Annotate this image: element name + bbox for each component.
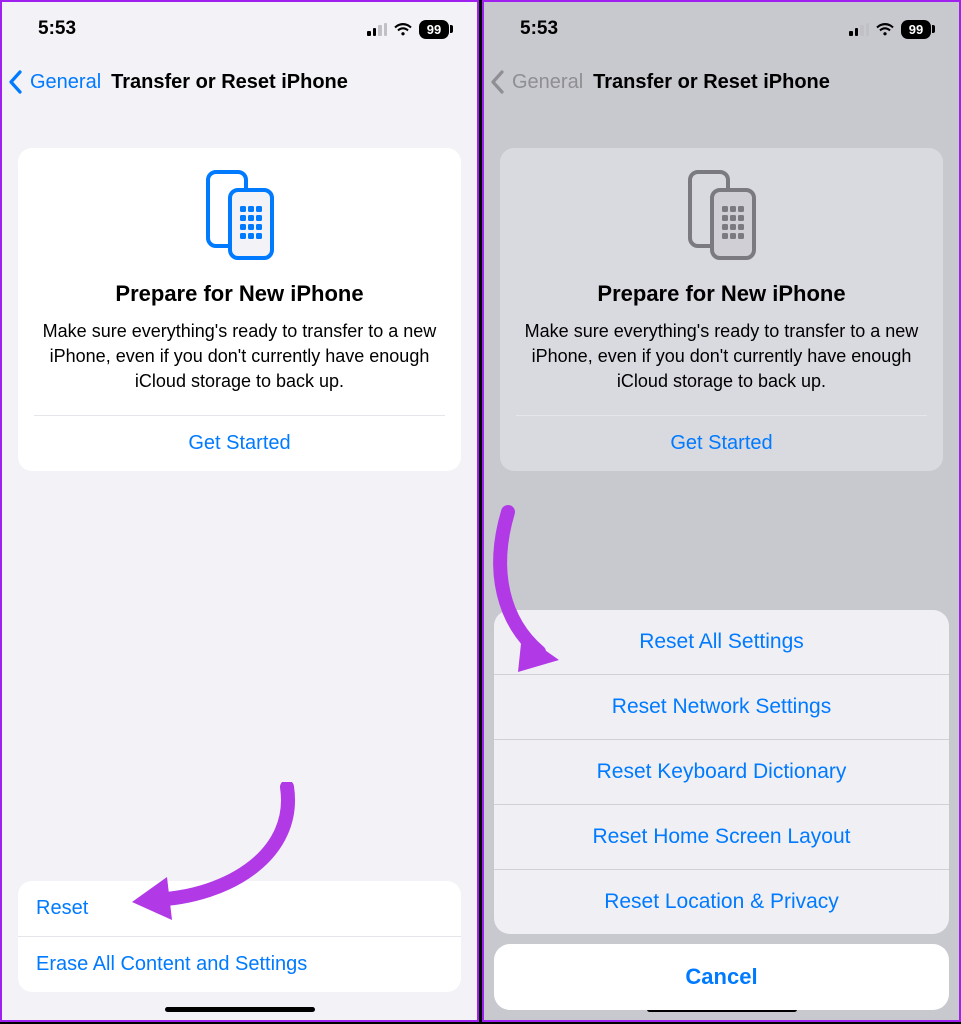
reset-location-privacy-button[interactable]: Reset Location & Privacy (494, 869, 949, 934)
cancel-button[interactable]: Cancel (494, 944, 949, 1010)
cellular-icon (849, 23, 869, 36)
wifi-icon (393, 22, 413, 37)
nav-bar: General Transfer or Reset iPhone (2, 56, 477, 108)
reset-keyboard-dictionary-button[interactable]: Reset Keyboard Dictionary (494, 739, 949, 804)
status-bar: 5:53 99 (484, 2, 959, 56)
content-area: Prepare for New iPhone Make sure everyth… (2, 108, 477, 471)
reset-action-sheet: Reset All Settings Reset Network Setting… (494, 610, 949, 1010)
page-title: Transfer or Reset iPhone (111, 71, 348, 94)
reset-all-settings-button[interactable]: Reset All Settings (494, 610, 949, 674)
back-button: General (512, 71, 583, 94)
phones-icon (34, 168, 445, 263)
page-title: Transfer or Reset iPhone (593, 71, 830, 94)
erase-all-row[interactable]: Erase All Content and Settings (18, 936, 461, 992)
prepare-card-title: Prepare for New iPhone (34, 281, 445, 307)
back-chevron-icon (490, 68, 508, 96)
get-started-button: Get Started (516, 415, 927, 471)
bottom-list: Reset Erase All Content and Settings (18, 881, 461, 992)
content-area: Prepare for New iPhone Make sure everyth… (484, 108, 959, 471)
phones-icon (516, 168, 927, 263)
phone-right: 5:53 99 General Transfer or Reset iPhone (482, 0, 961, 1022)
prepare-card: Prepare for New iPhone Make sure everyth… (18, 148, 461, 471)
prepare-card: Prepare for New iPhone Make sure everyth… (500, 148, 943, 471)
wifi-icon (875, 22, 895, 37)
prepare-card-body: Make sure everything's ready to transfer… (34, 319, 445, 415)
status-right: 99 (849, 20, 931, 39)
battery-icon: 99 (419, 20, 449, 39)
status-time: 5:53 (520, 18, 558, 40)
phone-left: 5:53 99 General Transfer or Reset iPhone (0, 0, 479, 1022)
home-indicator[interactable] (165, 1007, 315, 1012)
action-sheet-group: Reset All Settings Reset Network Setting… (494, 610, 949, 934)
prepare-card-body: Make sure everything's ready to transfer… (516, 319, 927, 415)
status-bar: 5:53 99 (2, 2, 477, 56)
status-time: 5:53 (38, 18, 76, 40)
battery-icon: 99 (901, 20, 931, 39)
get-started-button[interactable]: Get Started (34, 415, 445, 471)
nav-bar: General Transfer or Reset iPhone (484, 56, 959, 108)
cellular-icon (367, 23, 387, 36)
reset-home-screen-layout-button[interactable]: Reset Home Screen Layout (494, 804, 949, 869)
reset-network-settings-button[interactable]: Reset Network Settings (494, 674, 949, 739)
prepare-card-title: Prepare for New iPhone (516, 281, 927, 307)
reset-row[interactable]: Reset (18, 881, 461, 936)
back-button[interactable]: General (30, 71, 101, 94)
back-chevron-icon[interactable] (8, 68, 26, 96)
status-right: 99 (367, 20, 449, 39)
